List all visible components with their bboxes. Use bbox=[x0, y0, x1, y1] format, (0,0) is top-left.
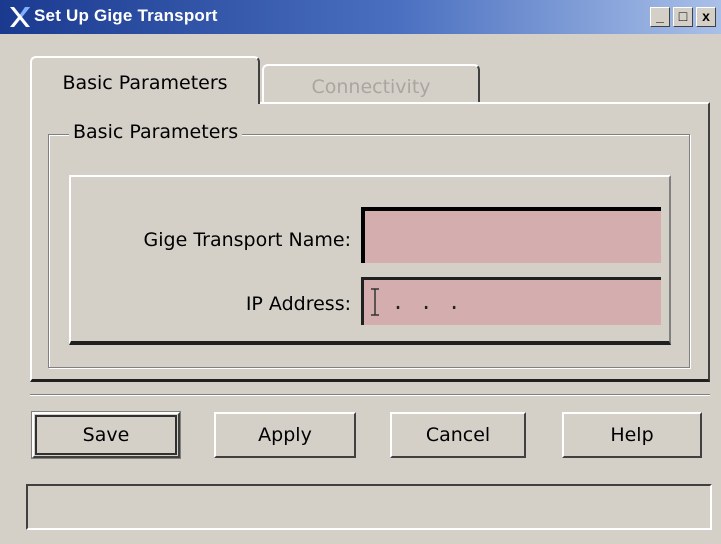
text-cursor-icon bbox=[371, 288, 379, 316]
help-button[interactable]: Help bbox=[562, 412, 702, 458]
separator bbox=[30, 394, 710, 396]
ip-address-input[interactable]: . . . bbox=[361, 277, 661, 325]
close-button[interactable]: x bbox=[696, 7, 716, 27]
basic-parameters-group: Basic Parameters Gige Transport Name: IP… bbox=[48, 121, 690, 368]
window-title: Set Up Gige Transport bbox=[34, 6, 218, 25]
cancel-button[interactable]: Cancel bbox=[390, 412, 526, 458]
ip-address-value: . . . bbox=[392, 290, 463, 314]
transport-name-input[interactable] bbox=[361, 207, 661, 263]
maximize-button[interactable]: □ bbox=[673, 7, 693, 27]
x-logo-icon bbox=[10, 7, 30, 27]
save-button[interactable]: Save bbox=[32, 412, 180, 458]
title-bar[interactable]: Set Up Gige Transport _ □ x bbox=[0, 0, 721, 34]
minimize-button[interactable]: _ bbox=[650, 7, 670, 27]
tab-basic-parameters[interactable]: Basic Parameters bbox=[30, 56, 260, 104]
dialog-window: Set Up Gige Transport _ □ x Basic Parame… bbox=[0, 0, 721, 544]
status-bar bbox=[26, 484, 712, 530]
fields-container: Gige Transport Name: IP Address: . . . bbox=[69, 175, 671, 345]
transport-name-label: Gige Transport Name: bbox=[143, 229, 351, 251]
group-title: Basic Parameters bbox=[69, 121, 243, 143]
ip-address-label: IP Address: bbox=[245, 293, 351, 315]
apply-button[interactable]: Apply bbox=[214, 412, 356, 458]
tab-connectivity[interactable]: Connectivity bbox=[262, 64, 480, 102]
tab-panel: Basic Parameters Gige Transport Name: IP… bbox=[30, 102, 710, 382]
